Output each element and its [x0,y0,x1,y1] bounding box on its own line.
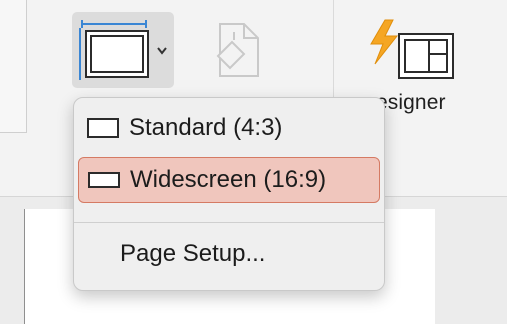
designer-label: esigner [376,91,446,114]
standard-slide-icon [87,118,119,138]
format-background-icon [216,23,259,77]
slide-size-icon [79,20,149,80]
menu-item-label: Widescreen (16:9) [130,166,327,193]
menu-item-label: Page Setup... [120,240,266,267]
slide-size-button[interactable] [72,12,174,88]
widescreen-slide-icon [88,172,120,188]
designer-icon[interactable] [367,18,457,84]
chevron-down-icon [157,47,167,55]
menu-item-page-setup[interactable]: Page Setup... [78,231,380,277]
slide-size-dropdown: Standard (4:3) Widescreen (16:9) Page Se… [73,97,385,291]
menu-divider [74,222,384,223]
menu-item-label: Standard (4:3) [129,114,283,141]
menu-item-widescreen[interactable]: Widescreen (16:9) [78,157,380,203]
ribbon-left-panel [0,0,27,133]
menu-item-standard[interactable]: Standard (4:3) [78,105,380,151]
